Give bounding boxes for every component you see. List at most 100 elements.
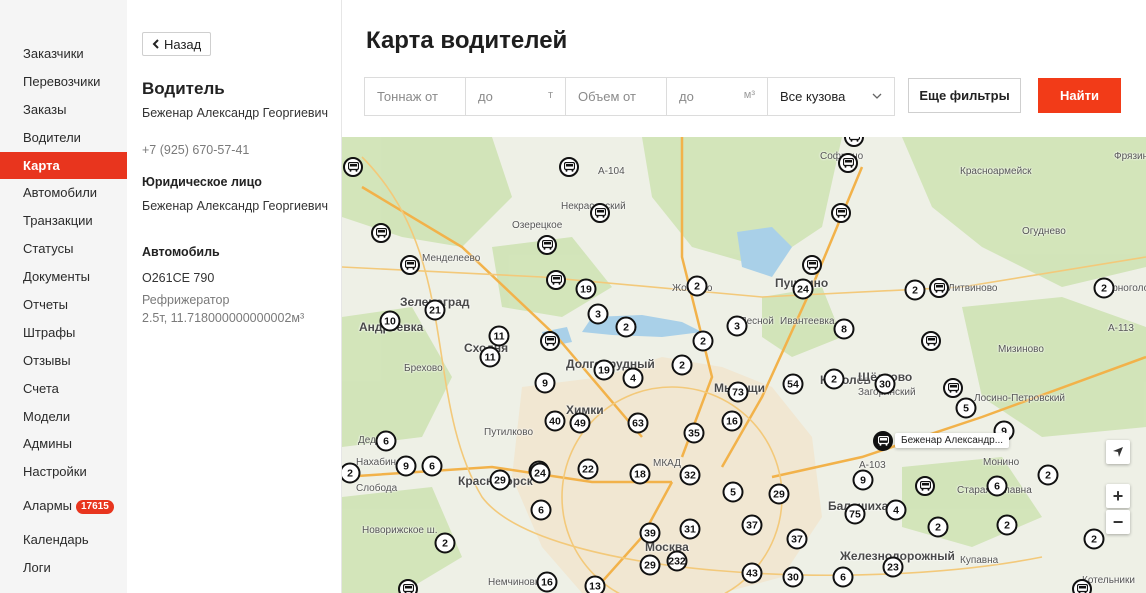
truck-marker-icon[interactable]	[371, 223, 391, 243]
truck-marker-icon[interactable]	[398, 579, 418, 593]
truck-marker-icon[interactable]	[1072, 579, 1092, 593]
driver-cluster-marker[interactable]: 2	[927, 516, 949, 538]
driver-cluster-marker[interactable]: 37	[741, 514, 763, 536]
sidebar-item[interactable]: Админы	[0, 430, 127, 458]
driver-cluster-marker[interactable]: 75	[844, 503, 866, 525]
driver-cluster-marker[interactable]: 6	[375, 430, 397, 452]
driver-cluster-marker[interactable]: 2	[434, 532, 456, 554]
sidebar-item[interactable]: Календарь	[0, 526, 127, 554]
truck-marker-icon[interactable]	[546, 270, 566, 290]
driver-cluster-marker[interactable]: 6	[530, 499, 552, 521]
sidebar-item[interactable]: Модели	[0, 403, 127, 431]
driver-cluster-marker[interactable]: 2	[692, 330, 714, 352]
driver-cluster-marker[interactable]: 35	[683, 422, 705, 444]
driver-cluster-marker[interactable]: 6	[986, 475, 1008, 497]
tonnage-to-input[interactable]: до т	[466, 78, 566, 115]
driver-cluster-marker[interactable]: 5	[722, 481, 744, 503]
sidebar-item[interactable]: Логи	[0, 554, 127, 582]
driver-cluster-marker[interactable]: 31	[679, 518, 701, 540]
driver-cluster-marker[interactable]: 2	[1093, 277, 1115, 299]
driver-cluster-marker[interactable]: 22	[577, 458, 599, 480]
sidebar-item[interactable]: Счета	[0, 375, 127, 403]
selected-driver-marker-icon[interactable]	[873, 431, 893, 451]
sidebar-item[interactable]: Водители	[0, 124, 127, 152]
truck-marker-icon[interactable]	[559, 157, 579, 177]
driver-cluster-marker[interactable]: 11	[479, 346, 501, 368]
sidebar-item[interactable]: Отчеты	[0, 291, 127, 319]
driver-cluster-marker[interactable]: 10	[379, 310, 401, 332]
truck-marker-icon[interactable]	[537, 235, 557, 255]
sidebar-item[interactable]: Алармы 17615	[0, 492, 127, 520]
driver-cluster-marker[interactable]: 32	[679, 464, 701, 486]
sidebar-item[interactable]: Отзывы	[0, 347, 127, 375]
sidebar-item[interactable]: Заказы	[0, 96, 127, 124]
driver-cluster-marker[interactable]: 2	[996, 514, 1018, 536]
driver-cluster-marker[interactable]: 37	[786, 528, 808, 550]
locate-button[interactable]	[1106, 440, 1130, 464]
back-button[interactable]: Назад	[142, 32, 212, 56]
sidebar-item[interactable]: Штрафы	[0, 319, 127, 347]
driver-cluster-marker[interactable]: 63	[627, 412, 649, 434]
truck-marker-icon[interactable]	[929, 278, 949, 298]
truck-marker-icon[interactable]	[343, 157, 363, 177]
truck-marker-icon[interactable]	[915, 476, 935, 496]
sidebar-item[interactable]: Заказчики	[0, 40, 127, 68]
driver-cluster-marker[interactable]: 2	[1083, 528, 1105, 550]
truck-marker-icon[interactable]	[802, 255, 822, 275]
driver-cluster-marker[interactable]: 3	[726, 315, 748, 337]
driver-cluster-marker[interactable]: 29	[768, 483, 790, 505]
driver-cluster-marker[interactable]: 29	[639, 554, 661, 576]
driver-cluster-marker[interactable]: 4	[622, 367, 644, 389]
driver-cluster-marker[interactable]: 6	[832, 566, 854, 588]
driver-cluster-marker[interactable]: 39	[639, 522, 661, 544]
sidebar-item[interactable]: Статусы	[0, 235, 127, 263]
driver-cluster-marker[interactable]: 2	[615, 316, 637, 338]
driver-cluster-marker[interactable]: 9	[395, 455, 417, 477]
driver-cluster-marker[interactable]: 16	[536, 571, 558, 593]
driver-cluster-marker[interactable]: 232	[666, 550, 688, 572]
tonnage-from-input[interactable]: Тоннаж от	[365, 78, 466, 115]
truck-marker-icon[interactable]	[943, 378, 963, 398]
driver-cluster-marker[interactable]: 54	[782, 373, 804, 395]
driver-cluster-marker[interactable]: 3	[587, 303, 609, 325]
driver-cluster-marker[interactable]: 73	[727, 381, 749, 403]
zoom-in-button[interactable]: +	[1106, 484, 1130, 508]
driver-cluster-marker[interactable]: 19	[593, 359, 615, 381]
body-type-select[interactable]: Все кузова	[768, 78, 894, 115]
truck-marker-icon[interactable]	[831, 203, 851, 223]
sidebar-item[interactable]: Карта	[0, 151, 127, 180]
driver-cluster-marker[interactable]: 16	[721, 410, 743, 432]
driver-cluster-marker[interactable]: 18	[629, 463, 651, 485]
driver-cluster-marker[interactable]: 5	[955, 397, 977, 419]
sidebar-item[interactable]: Настройки	[0, 458, 127, 486]
driver-cluster-marker[interactable]: 9	[534, 372, 556, 394]
driver-cluster-marker[interactable]: 21	[424, 299, 446, 321]
sidebar-item[interactable]: Автомобили	[0, 179, 127, 207]
driver-cluster-marker[interactable]: 9	[852, 469, 874, 491]
sidebar-item[interactable]: Документы	[0, 263, 127, 291]
driver-cluster-marker[interactable]: 29	[489, 469, 511, 491]
driver-cluster-marker[interactable]: 13	[584, 575, 606, 593]
find-button[interactable]: Найти	[1038, 78, 1121, 113]
driver-cluster-marker[interactable]: 43	[741, 562, 763, 584]
truck-marker-icon[interactable]	[921, 331, 941, 351]
driver-cluster-marker[interactable]: 2	[1037, 464, 1059, 486]
driver-cluster-marker[interactable]: 8	[833, 318, 855, 340]
truck-marker-icon[interactable]	[838, 153, 858, 173]
truck-marker-icon[interactable]	[590, 203, 610, 223]
drivers-map[interactable]: Зеленоград Андреевка Сходня Долгопрудный…	[342, 137, 1146, 593]
driver-cluster-marker[interactable]: 24	[792, 278, 814, 300]
driver-cluster-marker[interactable]: 40	[544, 410, 566, 432]
driver-cluster-marker[interactable]: 6	[421, 455, 443, 477]
driver-cluster-marker[interactable]: 30	[782, 566, 804, 588]
volume-to-input[interactable]: до м³	[667, 78, 768, 115]
driver-cluster-marker[interactable]: 30	[874, 373, 896, 395]
driver-cluster-marker[interactable]: 2	[671, 354, 693, 376]
volume-from-input[interactable]: Объем от	[566, 78, 667, 115]
driver-cluster-marker[interactable]: 49	[569, 412, 591, 434]
driver-cluster-marker[interactable]: 2	[823, 368, 845, 390]
truck-marker-icon[interactable]	[540, 331, 560, 351]
driver-cluster-marker[interactable]: 4	[885, 499, 907, 521]
zoom-out-button[interactable]: −	[1106, 510, 1130, 534]
driver-cluster-marker[interactable]: 19	[575, 278, 597, 300]
